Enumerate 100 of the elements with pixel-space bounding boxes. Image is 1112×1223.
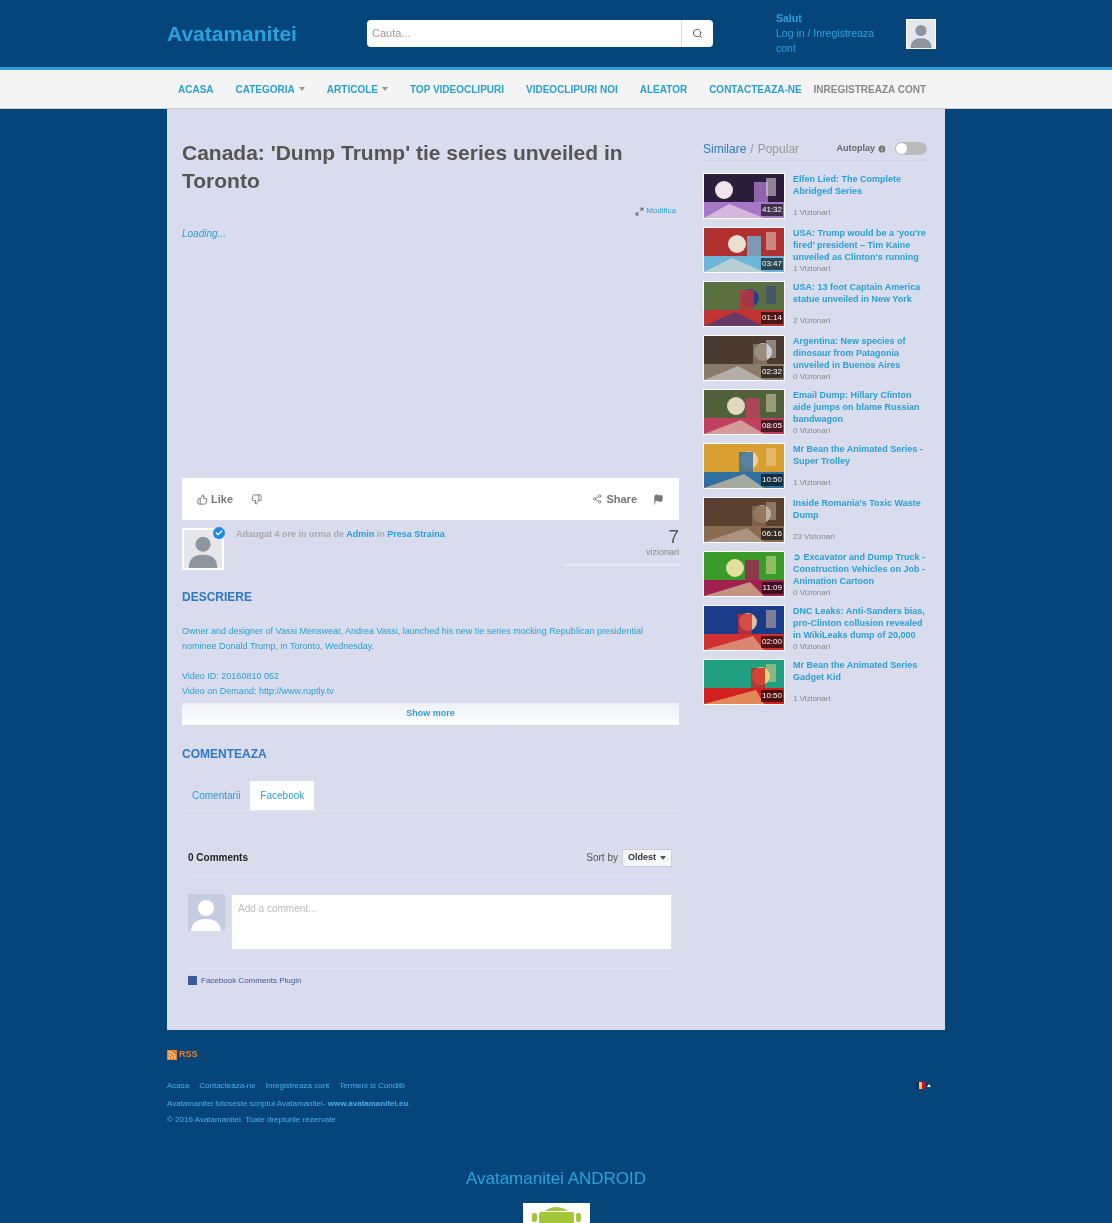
video-thumbnail[interactable]: 02:32 (703, 335, 785, 381)
description-text: Owner and designer of Vassi Menswear, Andrea Vassi, launched his new tie series mocking Republican presidential nominee Donald Trump, in Toronto, Wednesday. (182, 625, 644, 653)
info-icon (877, 143, 887, 154)
footer-link[interactable]: Acasa (167, 1079, 190, 1092)
duration-label: 06:16 (760, 528, 783, 540)
register-link[interactable]: INREGISTREAZA CONT (813, 81, 926, 97)
video-link[interactable]: Email Dump: Hillary Clinton aide jumps on blame Russian bandwagon (793, 389, 927, 425)
duration-label: 01:14 (760, 312, 783, 324)
nav-item[interactable]: ACASA (167, 81, 225, 97)
comment-tab[interactable]: Facebook (250, 780, 315, 810)
category-link[interactable]: Presa Straina (387, 529, 445, 539)
comment-field[interactable]: Add a comment... (231, 893, 672, 950)
duration-label: 10:50 (760, 690, 783, 702)
video-link[interactable]: Elfen Lied: The Complete Abridged Series (793, 173, 927, 197)
video-thumbnail[interactable]: 02:00 (703, 605, 785, 651)
comment-tab[interactable]: Comentarii (182, 780, 251, 810)
video-link[interactable]: USA: Trump would be a ‘you're fired’ president – Tim Kaine unveiled as Clinton's running (793, 227, 927, 263)
user-avatar (188, 893, 225, 931)
view-count: 1 Vizionari (793, 263, 832, 275)
view-count: 23 Vizionari (793, 531, 836, 543)
video-thumbnail[interactable]: 03:47 (703, 227, 785, 273)
section-heading: DESCRIERE (182, 589, 253, 606)
sidebar-tab[interactable]: Popular (757, 139, 800, 158)
like-button[interactable]: Like (197, 490, 233, 508)
rss-link[interactable]: RSS (167, 1048, 945, 1062)
search-field[interactable]: Cauta... (367, 20, 681, 47)
video-link[interactable]: Argentina: New species of dinosaur from Patagonia unveiled in Buenos Aires (793, 335, 927, 371)
video-link[interactable]: USA: 13 foot Captain America statue unveiled in New York (793, 281, 927, 305)
nav-item[interactable]: CONTACTEAZA-NE (698, 81, 813, 97)
view-count: 2 Vizionari (793, 315, 832, 327)
share-button[interactable]: Share (592, 490, 637, 508)
sort-label: Sort by (586, 851, 618, 866)
video-thumbnail[interactable]: 08:05 (703, 389, 785, 435)
dislike-button[interactable] (251, 493, 262, 505)
show-more-button[interactable]: Show more (182, 702, 679, 725)
video-link[interactable]: Mr Bean the Animated Series - Super Trolley (793, 443, 927, 467)
flag-dropdown[interactable] (916, 1082, 931, 1089)
search-button[interactable] (681, 20, 713, 47)
duration-label: 02:00 (760, 636, 783, 648)
video-thumbnail[interactable]: 11:09 (703, 551, 785, 597)
video-link[interactable]: Mr Bean the Animated Series Gadget Kid (793, 659, 927, 683)
view-count: 0 Vizionari (793, 641, 832, 653)
video-link[interactable]: Inside Romania's Toxic Waste Dump (793, 497, 927, 521)
autoplay-toggle[interactable] (895, 142, 927, 155)
tab-separator: / (750, 140, 754, 158)
view-count: 1 Vizionari (793, 207, 832, 219)
report-button[interactable] (653, 493, 664, 505)
nav-item[interactable]: ALEATOR (628, 81, 699, 97)
loading-text: Loading... (182, 227, 227, 241)
thumbs-up-icon (197, 493, 208, 505)
plugin-label: Facebook Comments Plugin (201, 974, 302, 987)
greeting: Salut (776, 11, 803, 26)
view-count: 1 Vizionari (793, 693, 832, 705)
sidebar-tab[interactable]: Similare (703, 139, 747, 158)
nav-item[interactable]: CATEGORIA (224, 81, 316, 97)
view-count: 0 Vizionari (793, 587, 832, 599)
duration-label: 10:50 (760, 474, 783, 486)
caret-icon (660, 855, 666, 860)
video-link[interactable]: ➲ Excavator and Dump Truck - Construction Vehicles on Job - Animation Cartoon (793, 551, 927, 587)
view-count: 0 Vizionari (793, 371, 832, 383)
sort-dropdown[interactable]: Oldest (622, 848, 672, 867)
rss-icon (167, 1049, 177, 1060)
duration-label: 41:32 (760, 204, 783, 216)
video-thumbnail[interactable]: 10:50 (703, 443, 785, 489)
android-heading: Avatamanitei ANDROID (464, 1167, 648, 1190)
section-heading: COMENTEAZA (182, 745, 268, 763)
site-logo[interactable]: Avatamanitei (167, 17, 367, 50)
video-thumbnail[interactable]: 41:32 (703, 173, 785, 219)
login-link[interactable]: Log in / Inregistreaza cont (776, 26, 896, 56)
nav-item[interactable]: ARTICOLE (315, 81, 399, 97)
flag-icon (653, 493, 664, 505)
duration-label: 03:47 (760, 258, 783, 270)
footer-link[interactable]: Termeni si Conditii (339, 1079, 405, 1092)
description-text: Video ID: 20160810 052 (182, 670, 280, 683)
author-link[interactable]: Admin (346, 529, 375, 539)
author-avatar (184, 530, 222, 568)
duration-label: 02:32 (760, 366, 783, 378)
nav-item[interactable]: VIDEOCLIPURI NOI (515, 81, 629, 97)
duration-label: 11:09 (761, 582, 783, 594)
footer-link[interactable]: Inregistreaza cont (265, 1079, 330, 1092)
video-thumbnail[interactable]: 06:16 (703, 497, 785, 543)
view-count: 1 Vizionari (793, 477, 832, 489)
view-count: 7 (668, 528, 679, 546)
upload-info: Adaugat 4 ore in urma de Admin in Presa Straina (236, 528, 445, 541)
expand-icon (635, 206, 645, 216)
video-thumbnail[interactable]: 01:14 (703, 281, 785, 327)
view-count: 0 Vizionari (793, 425, 832, 437)
search-icon (692, 28, 703, 39)
footer-link[interactable]: Contacteaza-ne (199, 1079, 256, 1092)
description-text: Video on Demand: http://www.ruptly.tv (182, 685, 335, 698)
autoplay-label: Autoplay (836, 141, 875, 155)
android-badge[interactable] (522, 1203, 590, 1223)
copyright-text: © 2016 Avatamanitei. Toate drepturile rezervate (167, 1113, 337, 1126)
video-thumbnail[interactable]: 10:50 (703, 659, 785, 705)
video-link[interactable]: DNC Leaks: Anti-Sanders bias, pro-Clinton collusion revealed in WikiLeaks dump of 20,000 (793, 605, 927, 641)
edit-link[interactable]: Modifica (635, 205, 676, 217)
duration-label: 08:05 (760, 420, 783, 432)
nav-item[interactable]: TOP VIDEOCLIPURI (398, 81, 516, 97)
share-icon (592, 494, 603, 504)
thumbs-down-icon (251, 493, 262, 505)
